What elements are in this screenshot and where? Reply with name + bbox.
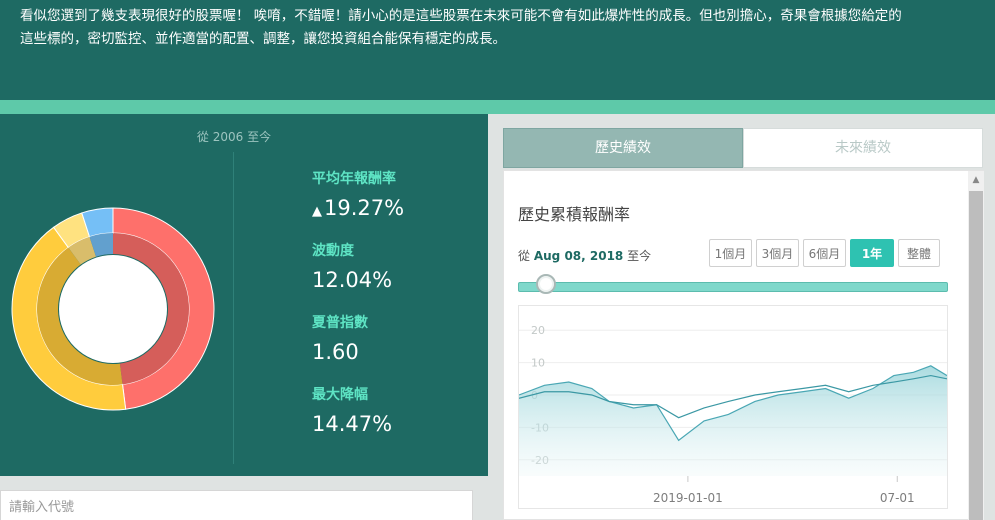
accent-strip bbox=[0, 100, 995, 114]
tab-future-performance[interactable]: 未來績效 bbox=[743, 128, 983, 168]
x-tick-label: 07-01 bbox=[880, 491, 915, 505]
ticker-search-input[interactable] bbox=[0, 490, 473, 520]
top-banner: 看似您選到了幾支表現很好的股票喔！ 唉唷，不錯喔！請小心的是這些股票在未來可能不… bbox=[0, 0, 995, 100]
donut-hole bbox=[59, 255, 167, 363]
cumulative-return-chart: 20100-10-202019-01-0107-01 bbox=[518, 324, 948, 505]
stats-list: 平均年報酬率 ▲19.27% 波動度 12.04% 夏普指數 1.60 最大降幅… bbox=[312, 168, 404, 456]
performance-card: 歷史累積報酬率 從 Aug 08, 2018 至今 1個月 3個月 6個月 1年… bbox=[503, 170, 984, 520]
intro-line-1: 看似您選到了幾支表現很好的股票喔！ 唉唷，不錯喔！請小心的是這些股票在未來可能不… bbox=[20, 8, 902, 24]
stat-label: 平均年報酬率 bbox=[312, 171, 396, 187]
intro-message: 看似您選到了幾支表現很好的股票喔！ 唉唷，不錯喔！請小心的是這些股票在未來可能不… bbox=[20, 5, 980, 51]
range-button-all[interactable]: 整體 bbox=[898, 239, 940, 267]
stat-label: 夏普指數 bbox=[312, 315, 368, 331]
y-tick-label: 10 bbox=[531, 357, 545, 370]
y-tick-label: 20 bbox=[531, 324, 545, 337]
scrollbar-thumb[interactable] bbox=[969, 191, 983, 520]
stat-sharpe: 夏普指數 1.60 bbox=[312, 312, 404, 364]
since-label: 從 2006 至今 bbox=[196, 130, 272, 144]
stat-label: 最大降幅 bbox=[312, 387, 368, 403]
stat-value: 12.04% bbox=[312, 268, 393, 292]
intro-line-2: 這些標的，密切監控、並作適當的配置、調整，讓您投資組合能保有穩定的成長。 bbox=[20, 31, 506, 47]
range-button-1m[interactable]: 1個月 bbox=[709, 239, 752, 267]
x-tick-label: 2019-01-01 bbox=[653, 491, 723, 505]
panel-divider bbox=[233, 152, 234, 464]
stat-max-drawdown: 最大降幅 14.47% bbox=[312, 384, 404, 436]
stat-volatility: 波動度 12.04% bbox=[312, 240, 404, 292]
range-button-6m[interactable]: 6個月 bbox=[803, 239, 846, 267]
range-button-3m[interactable]: 3個月 bbox=[756, 239, 799, 267]
trend-up-icon: ▲ bbox=[312, 204, 322, 219]
performance-chart-frame: 20100-10-202019-01-0107-01 bbox=[518, 305, 948, 509]
range-slider-track[interactable] bbox=[518, 282, 948, 292]
date-range-label: 從 Aug 08, 2018 至今 bbox=[518, 249, 652, 263]
card-scrollbar[interactable]: ▲ bbox=[968, 171, 984, 520]
tab-history-performance[interactable]: 歷史績效 bbox=[503, 128, 743, 168]
range-selector: 1個月 3個月 6個月 1年 整體 bbox=[709, 239, 944, 267]
stat-annual-return: 平均年報酬率 ▲19.27% bbox=[312, 168, 404, 220]
stat-value: 1.60 bbox=[312, 340, 359, 364]
stat-value: 14.47% bbox=[312, 412, 393, 436]
performance-panel: 歷史績效 未來績效 歷史累積報酬率 從 Aug 08, 2018 至今 1個月 … bbox=[490, 114, 995, 520]
stat-label: 波動度 bbox=[312, 243, 354, 259]
chart-title: 歷史累積報酬率 bbox=[518, 205, 631, 224]
range-button-1y[interactable]: 1年 bbox=[850, 239, 894, 267]
allocation-donut-chart bbox=[11, 207, 215, 411]
range-slider-handle[interactable] bbox=[536, 274, 556, 294]
scroll-up-icon[interactable]: ▲ bbox=[968, 171, 984, 189]
stat-value: ▲19.27% bbox=[312, 196, 405, 220]
portfolio-summary-panel: 從 2006 至今 平均年報酬率 ▲19.27% 波動度 12.04% 夏普指數… bbox=[0, 114, 488, 476]
range-start-date: Aug 08, 2018 bbox=[533, 249, 624, 263]
ticker-area bbox=[0, 476, 488, 520]
